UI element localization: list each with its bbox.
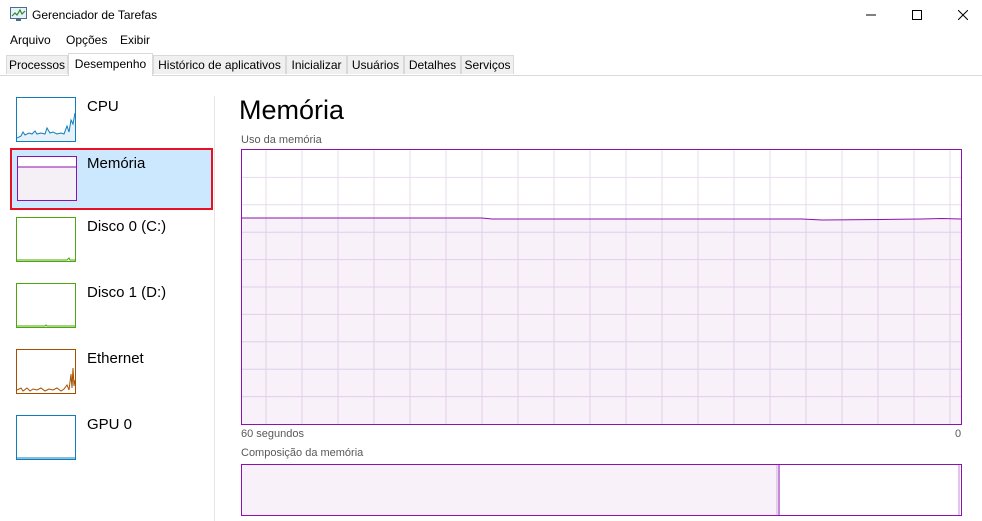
memory-usage-area <box>242 218 961 424</box>
tab-detalhes[interactable]: Detalhes <box>404 55 461 74</box>
menu-exibir[interactable]: Exibir <box>120 33 150 47</box>
memory-usage-graph <box>241 149 962 425</box>
memory-usage-label: Uso da memória <box>241 134 322 146</box>
memory-composition-label: Composição da memória <box>241 447 364 459</box>
menu-bar: Arquivo Opções Exibir <box>0 31 982 49</box>
cpu-thumbnail <box>16 97 76 142</box>
sidebar-divider <box>214 96 215 521</box>
memory-composition-svg <box>242 465 961 515</box>
sidebar-item-disco-1[interactable]: Disco 1 (D:) <box>10 278 213 340</box>
memory-usage-svg <box>242 150 961 424</box>
memory-thumbnail <box>17 156 77 201</box>
maximize-button[interactable] <box>894 0 940 30</box>
page-title: Memória <box>239 95 345 125</box>
disk0-thumbnail <box>16 217 76 262</box>
tab-historico[interactable]: Histórico de aplicativos <box>153 55 286 74</box>
gpu-thumbnail <box>16 415 76 460</box>
disk1-thumbnail <box>16 283 76 328</box>
sidebar-label-cpu: CPU <box>87 98 119 115</box>
sidebar-item-memoria[interactable]: Memória <box>10 148 213 210</box>
memory-composition-bar <box>241 464 962 516</box>
composition-free <box>780 465 961 515</box>
close-icon <box>958 10 968 20</box>
tab-desempenho[interactable]: Desempenho <box>68 53 153 76</box>
composition-in-use <box>242 465 777 515</box>
tab-inicializar[interactable]: Inicializar <box>286 55 347 74</box>
time-axis-left: 60 segundos <box>241 428 304 440</box>
tab-processos[interactable]: Processos <box>6 55 68 74</box>
tab-servicos[interactable]: Serviços <box>461 55 514 74</box>
window-title: Gerenciador de Tarefas <box>32 8 158 22</box>
sidebar-label-gpu-0: GPU 0 <box>87 416 133 433</box>
sidebar-item-ethernet[interactable]: Ethernet <box>10 344 213 406</box>
sidebar-item-cpu[interactable]: CPU <box>10 92 213 154</box>
sidebar-label-ethernet: Ethernet <box>87 350 144 367</box>
minimize-icon <box>866 14 876 16</box>
time-axis-right: 0 <box>955 428 962 440</box>
sidebar-label-disco-1: Disco 1 (D:) <box>87 284 167 301</box>
sidebar-label-memoria: Memória <box>87 155 146 172</box>
tab-usuarios[interactable]: Usuários <box>347 55 404 74</box>
maximize-icon <box>912 10 922 20</box>
sidebar-item-disco-0[interactable]: Disco 0 (C:) <box>10 212 213 274</box>
tab-strip: Processos Desempenho Histórico de aplica… <box>0 53 982 76</box>
menu-arquivo[interactable]: Arquivo <box>10 33 51 47</box>
task-manager-icon <box>10 7 27 22</box>
menu-opcoes[interactable]: Opções <box>66 33 107 47</box>
minimize-button[interactable] <box>848 0 894 30</box>
title-bar: Gerenciador de Tarefas <box>0 0 982 30</box>
sidebar-label-disco-0: Disco 0 (C:) <box>87 218 167 235</box>
close-button[interactable] <box>940 0 982 30</box>
sidebar-item-gpu-0[interactable]: GPU 0 <box>10 410 213 472</box>
ethernet-thumbnail <box>16 349 76 394</box>
